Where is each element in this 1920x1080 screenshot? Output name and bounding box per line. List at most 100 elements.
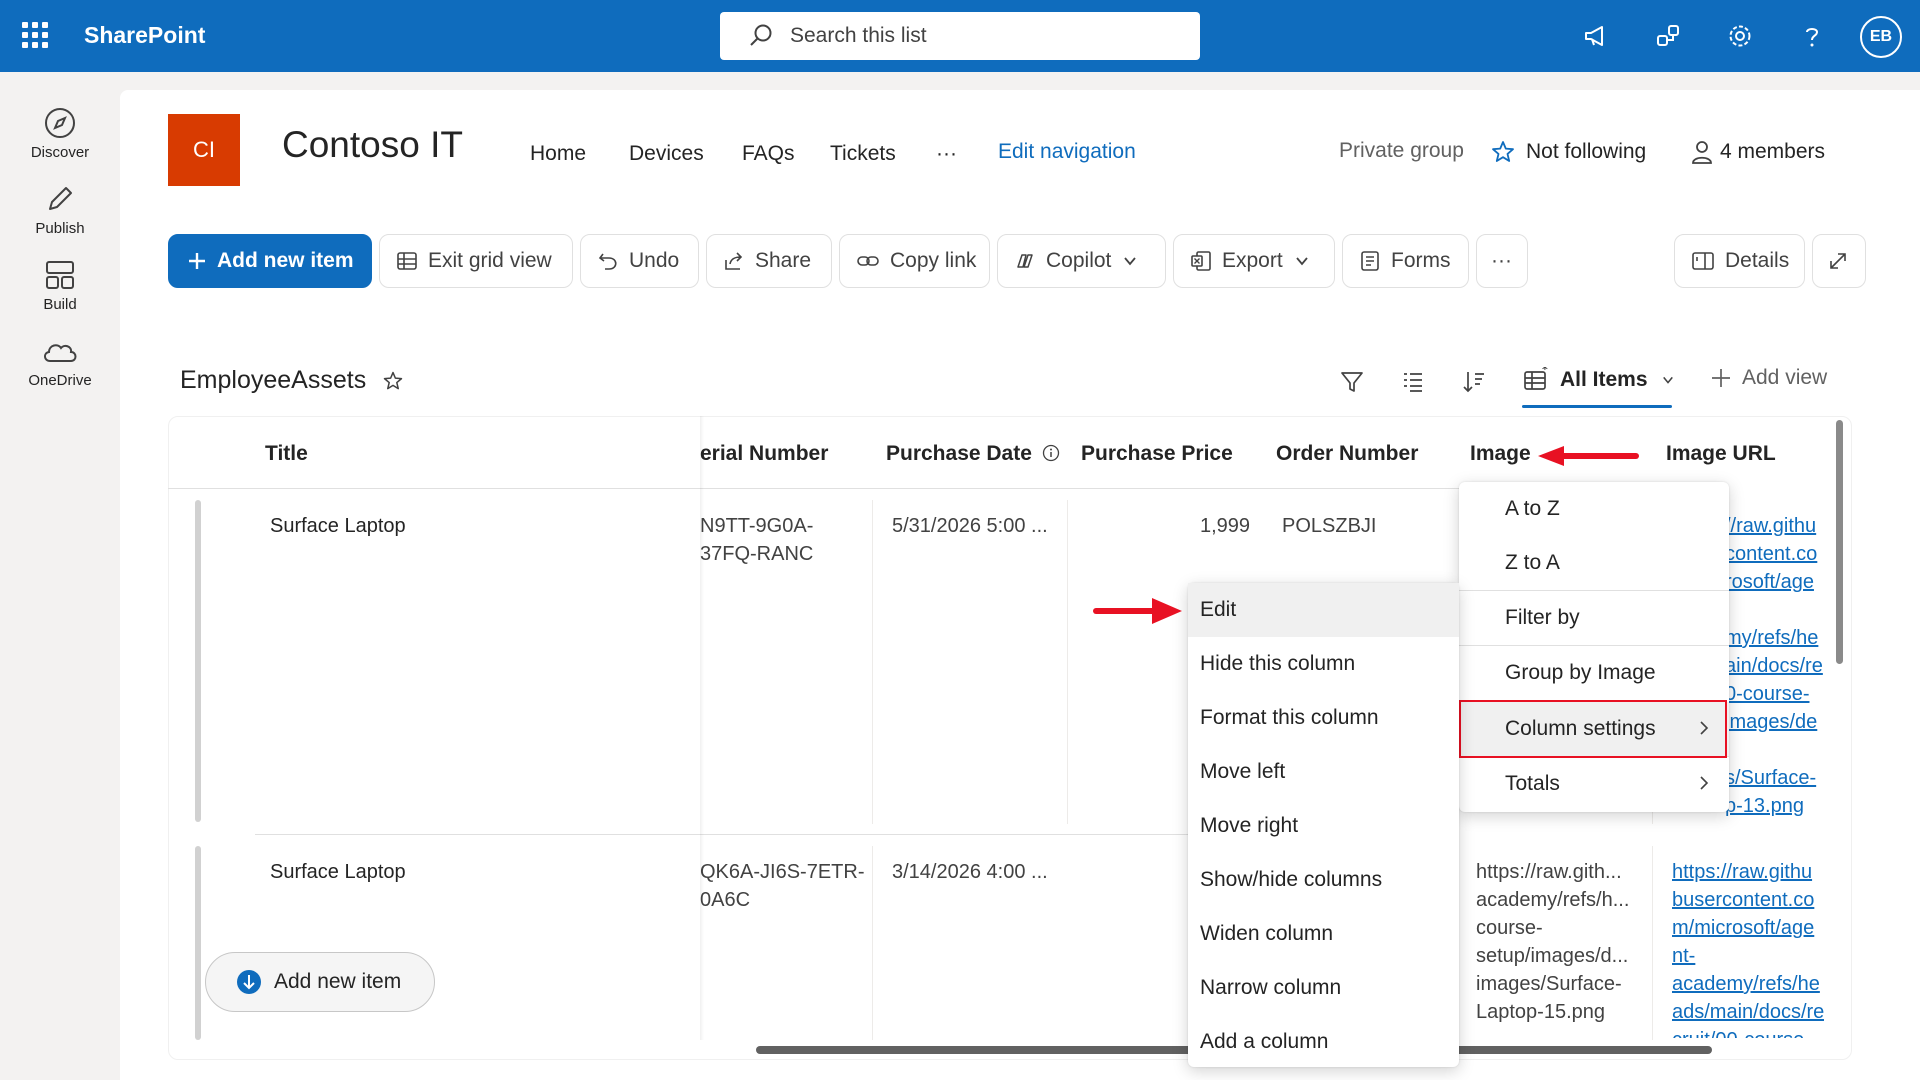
app-name[interactable]: SharePoint <box>84 22 205 49</box>
row-selection-bar[interactable] <box>195 846 201 1040</box>
row-serial[interactable]: N9TT-9G0A- 37FQ-RANC <box>700 512 813 568</box>
nav-home[interactable]: Home <box>530 142 586 166</box>
column-header-image-url[interactable]: Image URL <box>1666 442 1776 466</box>
row-selection-bar[interactable] <box>195 500 201 822</box>
row-order-number[interactable]: POLSZBJI <box>1282 512 1376 540</box>
row-purchase-price[interactable]: 1,999 <box>1200 512 1250 540</box>
menu-item-move-right[interactable]: Move right <box>1188 799 1459 853</box>
help-icon[interactable] <box>1794 18 1830 54</box>
copy-link-label: Copy link <box>890 249 977 272</box>
menu-item-add-a-column[interactable]: Add a column <box>1188 1015 1459 1069</box>
menu-item-totals[interactable]: Totals <box>1459 757 1729 811</box>
copilot-button[interactable]: Copilot <box>997 234 1166 288</box>
follow-button[interactable]: Not following <box>1490 139 1646 165</box>
row-purchase-date[interactable]: 3/14/2026 4:00 ... <box>892 858 1048 886</box>
row-image-url-link[interactable]: //raw.githu content.co rosoft/age my/ref… <box>1725 512 1823 820</box>
view-selector[interactable]: * All Items <box>1506 348 1692 412</box>
column-header-image[interactable]: Image <box>1470 442 1531 466</box>
nav-tickets[interactable]: Tickets <box>830 142 896 166</box>
vertical-scrollbar[interactable] <box>1836 420 1843 664</box>
more-commands-label: ··· <box>1491 249 1512 272</box>
megaphone-icon[interactable] <box>1578 18 1614 54</box>
privacy-label: Private group <box>1339 139 1464 162</box>
rail-item-build[interactable]: Build <box>0 258 120 313</box>
favorite-star-icon[interactable] <box>382 370 404 392</box>
forms-button[interactable]: Forms <box>1342 234 1469 288</box>
site-logo[interactable]: CI <box>168 114 240 186</box>
members-button[interactable]: 4 members <box>1690 139 1825 165</box>
undo-button[interactable]: Undo <box>580 234 699 288</box>
column-header-order-number[interactable]: Order Number <box>1276 442 1418 466</box>
nav-devices[interactable]: Devices <box>629 142 704 166</box>
row-image-cell[interactable]: https://raw.gith... academy/refs/h... co… <box>1476 858 1629 1026</box>
more-commands-button[interactable]: ··· <box>1476 234 1528 288</box>
menu-item-filter-by[interactable]: Filter by <box>1459 591 1729 645</box>
rail-item-discover[interactable]: Discover <box>0 106 120 161</box>
nav-more[interactable]: ··· <box>936 142 957 166</box>
app-launcher-icon[interactable] <box>22 22 48 48</box>
grid-add-new-item-button[interactable]: Add new item <box>205 952 435 1012</box>
menu-item-hide-this-column[interactable]: Hide this column <box>1188 637 1459 691</box>
menu-item-format-this-column[interactable]: Format this column <box>1188 691 1459 745</box>
menu-item-show-hide-columns[interactable]: Show/hide columns <box>1188 853 1459 907</box>
add-view-button[interactable]: Add view <box>1710 366 1827 390</box>
rail-label: Discover <box>30 144 90 161</box>
url-spacer <box>1725 596 1823 624</box>
row-purchase-date[interactable]: 5/31/2026 5:00 ... <box>892 512 1048 540</box>
group-list-icon[interactable] <box>1395 364 1431 400</box>
avatar[interactable]: EB <box>1860 16 1902 58</box>
forms-icon <box>1361 251 1379 271</box>
menu-item-z-to-a[interactable]: Z to A <box>1459 536 1729 590</box>
add-new-item-button[interactable]: Add new item <box>168 234 372 288</box>
menu-item-a-to-z[interactable]: A to Z <box>1459 482 1729 536</box>
gear-icon[interactable] <box>1722 18 1758 54</box>
copy-link-button[interactable]: Copy link <box>839 234 990 288</box>
expand-button[interactable] <box>1812 234 1866 288</box>
share-network-icon[interactable] <box>1650 18 1686 54</box>
column-header-purchase-price[interactable]: Purchase Price <box>1081 442 1233 466</box>
link-icon <box>857 256 879 266</box>
chevron-down-icon <box>1662 376 1673 384</box>
info-icon[interactable] <box>1042 444 1060 462</box>
edit-navigation-link[interactable]: Edit navigation <box>998 140 1136 164</box>
url-line: 0-course- <box>1725 683 1810 705</box>
rail-item-publish[interactable]: Publish <box>0 182 120 237</box>
row-title[interactable]: Surface Laptop <box>270 512 406 540</box>
site-title[interactable]: Contoso IT <box>282 124 463 166</box>
row-title[interactable]: Surface Laptop <box>270 858 406 886</box>
export-button[interactable]: Export <box>1173 234 1335 288</box>
image-text-line: Laptop-15.png <box>1476 1001 1606 1023</box>
details-button[interactable]: Details <box>1674 234 1805 288</box>
row-image-url-link[interactable]: https://raw.githu busercontent.co m/micr… <box>1672 858 1824 1038</box>
annotation-arrow-left <box>1538 446 1639 466</box>
list-title-text[interactable]: EmployeeAssets <box>180 366 366 395</box>
row-serial[interactable]: QK6A-JI6S-7ETR- 0A6C <box>700 858 864 914</box>
add-new-item-label: Add new item <box>217 249 354 272</box>
column-header-title[interactable]: Title <box>265 442 308 466</box>
search-icon <box>750 24 772 46</box>
menu-item-widen-column[interactable]: Widen column <box>1188 907 1459 961</box>
table-view-icon: * <box>1524 367 1548 390</box>
menu-item-narrow-column[interactable]: Narrow column <box>1188 961 1459 1015</box>
rail-item-onedrive[interactable]: OneDrive <box>0 334 120 389</box>
filter-icon[interactable] <box>1334 364 1370 400</box>
image-text-line: https://raw.gith... <box>1476 861 1622 883</box>
column-settings-menu: Edit Hide this column Format this column… <box>1188 583 1459 1067</box>
nav-faqs[interactable]: FAQs <box>742 142 795 166</box>
members-label: 4 members <box>1720 140 1826 163</box>
menu-item-edit[interactable]: Edit <box>1188 583 1459 637</box>
discover-icon <box>45 108 75 138</box>
column-header-purchase-date[interactable]: Purchase Date <box>886 442 1060 466</box>
url-line: images/de <box>1725 711 1818 733</box>
menu-item-move-left[interactable]: Move left <box>1188 745 1459 799</box>
exit-grid-view-button[interactable]: Exit grid view <box>379 234 573 288</box>
build-icon <box>46 261 74 289</box>
sort-icon[interactable] <box>1456 364 1492 400</box>
share-button[interactable]: Share <box>706 234 832 288</box>
column-header-serial-number[interactable]: erial Number <box>700 442 828 466</box>
search-input[interactable]: Search this list <box>720 12 1200 60</box>
undo-icon <box>598 253 617 270</box>
menu-item-group-by-image[interactable]: Group by Image <box>1459 646 1729 700</box>
grid-add-label: Add new item <box>274 970 402 993</box>
url-line: busercontent.co <box>1672 889 1815 911</box>
